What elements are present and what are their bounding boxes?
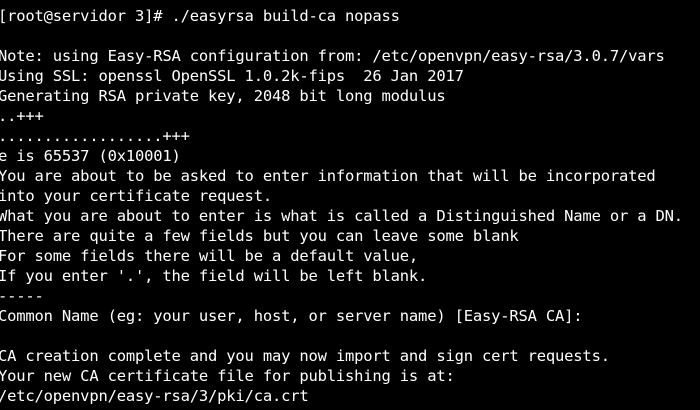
output-line-progress-2: ..................+++	[0, 127, 190, 145]
output-line-ca-path: /etc/openvpn/easy-rsa/3/pki/ca.crt	[0, 387, 309, 405]
output-line-exponent: e is 65537 (0x10001)	[0, 147, 181, 165]
output-line-info-5: For some fields there will be a default …	[0, 247, 419, 265]
common-name-prompt[interactable]: Common Name (eg: your user, host, or ser…	[0, 306, 700, 326]
output-line-complete: CA creation complete and you may now imp…	[0, 347, 610, 365]
terminal-window[interactable]: [root@servidor 3]# ./easyrsa build-ca no…	[0, 0, 700, 410]
output-line-info-1: You are about to be asked to enter infor…	[0, 167, 656, 185]
output-line-ssl: Using SSL: openssl OpenSSL 1.0.2k-fips 2…	[0, 67, 464, 85]
output-line-info-3: What you are about to enter is what is c…	[0, 207, 683, 225]
output-line-config: Note: using Easy-RSA configuration from:…	[0, 47, 665, 65]
output-line-generating: Generating RSA private key, 2048 bit lon…	[0, 87, 446, 105]
output-line-progress-1: ..+++	[0, 107, 44, 125]
output-line-info-6: If you enter '.', the field will be left…	[0, 267, 428, 285]
output-line-info-4: There are quite a few fields but you can…	[0, 227, 519, 245]
output-line-location-label: Your new CA certificate file for publish…	[0, 367, 455, 385]
output-line-separator: -----	[0, 287, 44, 305]
prompt-command-line: [root@servidor 3]# ./easyrsa build-ca no…	[0, 7, 400, 25]
output-line-info-2: into your certificate request.	[0, 187, 272, 205]
